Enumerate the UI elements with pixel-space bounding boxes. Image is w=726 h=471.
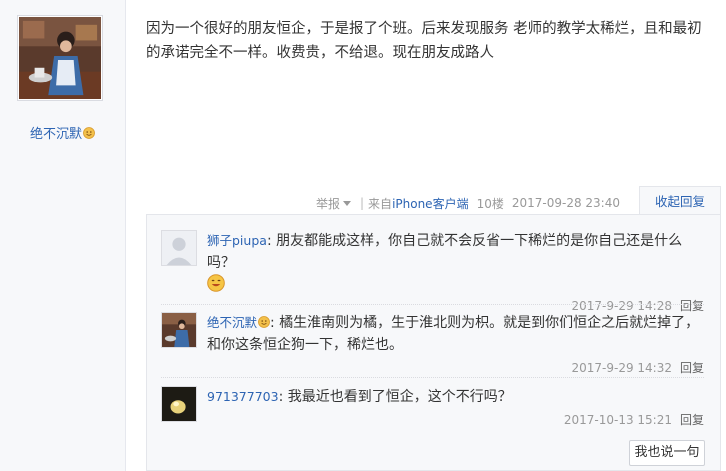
source-link[interactable]: iPhone客户端 (392, 195, 469, 212)
reply-time: 2017-9-29 14:32 (571, 361, 672, 375)
collapse-replies-button[interactable]: 收起回复 (639, 186, 721, 215)
reply-text: 橘生淮南则为橘，生于淮北则为枳。就是到你们恒企之后就烂掉了，和你这条恒企狗一下，… (207, 315, 700, 353)
reply-time: 2017-9-29 14:28 (571, 299, 672, 313)
post-time: 2017-09-28 23:40 (511, 196, 620, 210)
reply-item: 绝不沉默: 橘生淮南则为橘，生于淮北则为枳。就是到你们恒企之后就烂掉了，和你这条… (161, 312, 704, 375)
reply-body: 绝不沉默: 橘生淮南则为橘，生于淮北则为枳。就是到你们恒企之后就烂掉了，和你这条… (207, 312, 704, 356)
reply-time: 2017-10-13 15:21 (563, 413, 672, 427)
reply-username[interactable]: 绝不沉默 (207, 315, 257, 330)
reply-button[interactable]: 回复 (680, 361, 704, 375)
colon: : (270, 315, 280, 331)
author-name[interactable]: 绝不沉默 (0, 123, 125, 142)
reply-button[interactable]: 回复 (680, 413, 704, 427)
reply-divider (161, 377, 704, 378)
divider: | (360, 196, 365, 210)
reply-avatar[interactable] (161, 386, 197, 422)
author-name-text[interactable]: 绝不沉默 (30, 127, 82, 142)
report-caret-icon[interactable] (343, 200, 351, 206)
reply-body: 狮子piupa: 朋友都能成这样，你自己就不会反省一下稀烂的是你自己还是什么吗？ (207, 230, 704, 296)
reply-username[interactable]: 狮子piupa (207, 233, 267, 248)
reply-avatar[interactable] (161, 230, 197, 266)
add-reply-button[interactable]: 我也说一句 (629, 440, 705, 466)
reply-divider (161, 304, 704, 305)
smile-emoji-icon (207, 274, 225, 292)
reply-username[interactable]: 971377703 (207, 389, 279, 404)
reply-body: 971377703: 我最近也看到了恒企，这个不行吗？ (207, 386, 704, 408)
report-link[interactable]: 举报 (316, 195, 340, 212)
post-content: 因为一个很好的朋友恒企，于是报了个班。后来发现服务 老师的教学太稀烂，且和最初的… (146, 21, 702, 61)
reply-text: 朋友都能成这样，你自己就不会反省一下稀烂的是你自己还是什么吗？ (207, 233, 683, 271)
reply-button[interactable]: 回复 (680, 299, 704, 313)
reply-text: 我最近也看到了恒企，这个不行吗？ (287, 389, 512, 405)
reply-meta: 2017-10-13 15:21 回复 (564, 411, 704, 428)
author-column: 绝不沉默 (0, 0, 126, 471)
colon: : (278, 389, 288, 405)
reply-panel: 狮子piupa: 朋友都能成这样，你自己就不会反省一下稀烂的是你自己还是什么吗？… (146, 214, 721, 471)
smile-badge-icon (258, 316, 270, 328)
floor-number: 10楼 (476, 196, 504, 211)
reply-item: 971377703: 我最近也看到了恒企，这个不行吗？ 2017-10-13 1… (161, 386, 704, 436)
smile-badge-icon (83, 127, 95, 139)
reply-avatar[interactable] (161, 312, 197, 348)
author-avatar[interactable] (17, 15, 103, 101)
reply-meta: 2017-9-29 14:32 回复 (571, 359, 704, 376)
colon: : (266, 233, 277, 249)
reply-item: 狮子piupa: 朋友都能成这样，你自己就不会反省一下稀烂的是你自己还是什么吗？… (161, 230, 704, 313)
source-prefix: 来自 (368, 196, 393, 211)
